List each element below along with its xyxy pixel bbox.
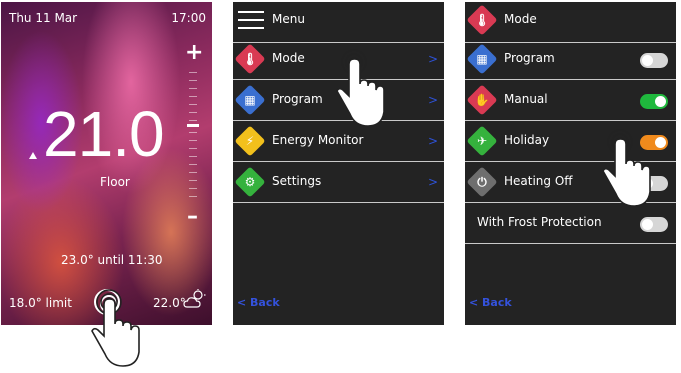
mode-item-program[interactable]: ▦ Program (465, 39, 676, 80)
outdoor-temperature: 22.0° (153, 296, 186, 310)
setpoint-marker[interactable] (187, 124, 199, 127)
sensor-label: Floor (100, 175, 130, 189)
menu-item-label: Settings (272, 174, 322, 188)
chevron-right-icon: > (427, 52, 438, 66)
home-screen: Thu 11 Mar 17:00 + – 21.0 Floor 23.0° un… (1, 2, 212, 325)
mode-header: 🌡 Mode (465, 2, 676, 43)
thermometer-icon: 🌡 (234, 43, 266, 75)
time-label: 17:00 (171, 11, 206, 25)
calendar-icon: ▦ (466, 43, 498, 75)
tap-hand-icon (336, 49, 385, 127)
power-icon: ⏻ (466, 166, 498, 198)
chevron-right-icon: > (427, 93, 438, 107)
setpoint-scale[interactable] (187, 72, 199, 200)
thermometer-icon: 🌡 (466, 4, 498, 36)
menu-item-settings[interactable]: ⚙ Settings > (233, 162, 444, 203)
menu-icon (238, 10, 264, 30)
tap-hand-icon (602, 129, 651, 207)
mode-item-label: Program (504, 51, 555, 65)
menu-item-label: Energy Monitor (272, 133, 364, 147)
manual-toggle[interactable] (640, 94, 668, 109)
lightning-icon: ⚡ (234, 125, 266, 157)
frost-protection-toggle[interactable] (640, 217, 668, 232)
weather-cloud-icon (183, 289, 206, 308)
chevron-right-icon: > (427, 134, 438, 148)
menu-title: Menu (272, 12, 305, 26)
mode-title: Mode (504, 12, 537, 26)
decrease-button[interactable]: – (187, 206, 198, 228)
airplane-icon: ✈ (466, 125, 498, 157)
heating-indicator-icon (29, 152, 37, 159)
menu-item-label: Mode (272, 51, 305, 65)
chevron-right-icon: > (427, 175, 438, 189)
tap-hand-icon (91, 289, 140, 367)
menu-item-label: Program (272, 92, 323, 106)
mode-item-manual[interactable]: ✋ Manual (465, 80, 676, 121)
increase-button[interactable]: + (185, 42, 203, 64)
hand-icon: ✋ (466, 84, 498, 116)
status-bar: Thu 11 Mar 17:00 (9, 11, 206, 27)
gear-icon: ⚙ (234, 166, 266, 198)
program-toggle[interactable] (640, 53, 668, 68)
date-label: Thu 11 Mar (9, 11, 78, 25)
calendar-icon: ▦ (234, 84, 266, 116)
menu-header: Menu (233, 2, 444, 43)
mode-item-label: Holiday (504, 133, 550, 147)
override-status: 23.0° until 11:30 (61, 253, 163, 267)
limit-label: 18.0° limit (9, 296, 72, 310)
back-button[interactable]: < Back (469, 296, 512, 309)
back-button[interactable]: < Back (237, 296, 280, 309)
mode-item-label: Manual (504, 92, 548, 106)
mode-item-label: Heating Off (504, 174, 573, 188)
mode-item-label: With Frost Protection (477, 215, 602, 229)
temperature-readout: 21.0 (43, 98, 165, 170)
